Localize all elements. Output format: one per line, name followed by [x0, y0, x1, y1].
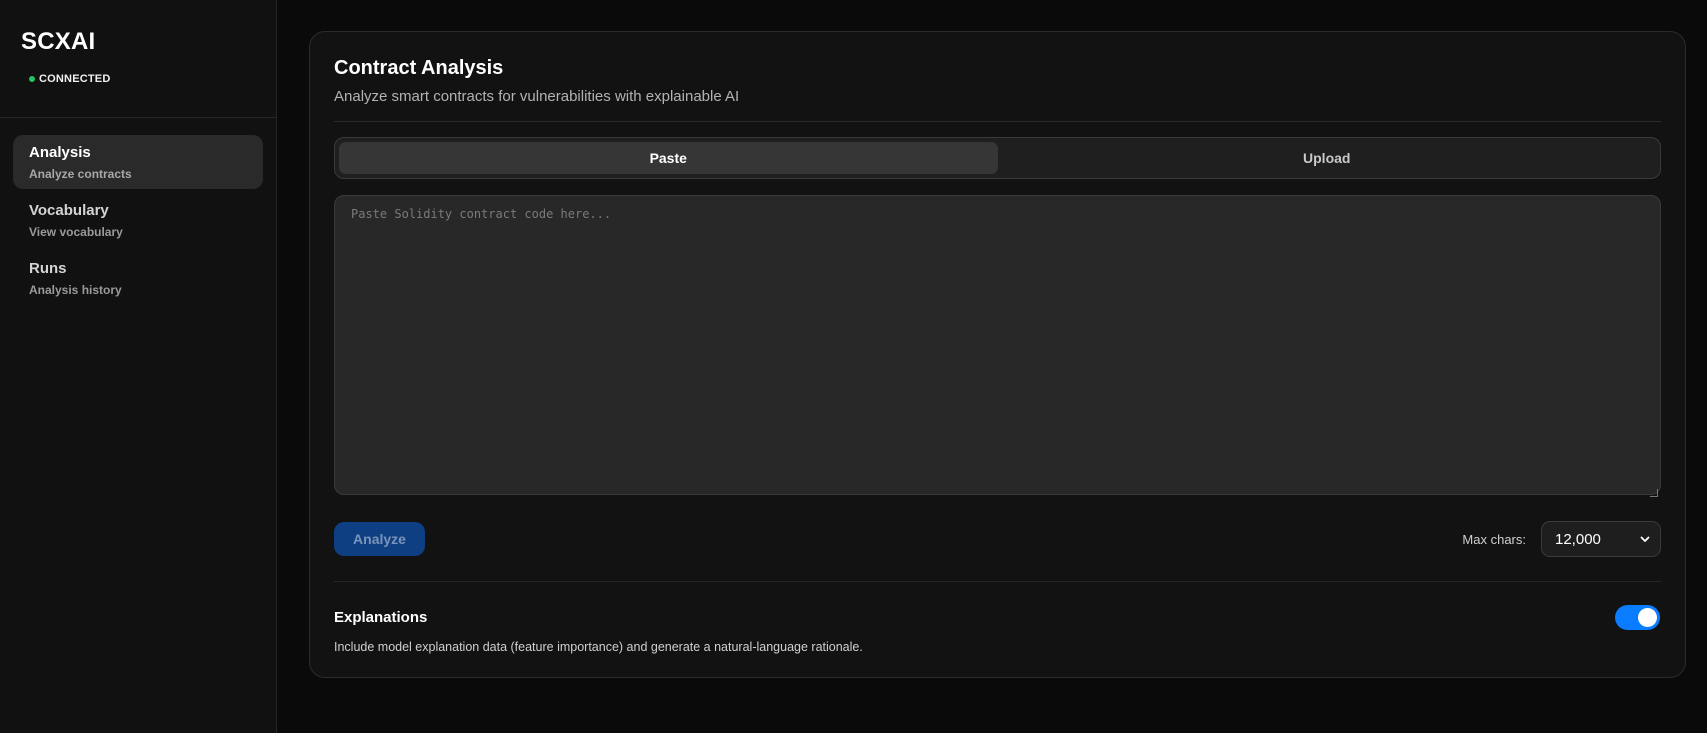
status-text: CONNECTED: [39, 73, 111, 85]
sidebar-nav: Analysis Analyze contracts Vocabulary Vi…: [0, 118, 276, 326]
sidebar: SCXAI CONNECTED Analysis Analyze contrac…: [0, 0, 277, 733]
tab-upload[interactable]: Upload: [998, 142, 1657, 174]
app-root: SCXAI CONNECTED Analysis Analyze contrac…: [0, 0, 1707, 733]
sidebar-item-label: Runs: [29, 260, 67, 277]
explanations-title: Explanations: [334, 609, 428, 626]
sidebar-item-subtitle: Analyze contracts: [29, 167, 132, 181]
main-content: Contract Analysis Analyze smart contract…: [277, 0, 1707, 733]
page-subtitle: Analyze smart contracts for vulnerabilit…: [334, 88, 740, 105]
sidebar-item-label: Analysis: [29, 144, 91, 161]
divider: [334, 121, 1661, 122]
sidebar-item-subtitle: Analysis history: [29, 283, 122, 297]
connection-status: CONNECTED: [29, 73, 255, 85]
analyze-button[interactable]: Analyze: [334, 522, 425, 556]
status-dot-icon: [29, 76, 35, 82]
page-title: Contract Analysis: [334, 57, 504, 79]
explanations-toggle[interactable]: [1615, 605, 1660, 630]
code-input-wrapper: [334, 179, 1661, 500]
chevron-down-icon: [1640, 536, 1650, 542]
resize-handle-icon[interactable]: [1650, 489, 1658, 497]
toggle-knob: [1638, 608, 1657, 627]
sidebar-item-vocabulary[interactable]: Vocabulary View vocabulary: [13, 193, 263, 247]
action-row: Analyze Max chars: 12,000: [334, 521, 1661, 557]
brand: SCXAI CONNECTED: [0, 0, 276, 118]
max-chars-select[interactable]: 12,000: [1541, 521, 1661, 557]
explanations-row: Explanations: [334, 605, 1661, 630]
app-title: SCXAI: [21, 28, 96, 55]
sidebar-item-subtitle: View vocabulary: [29, 225, 123, 239]
tab-paste[interactable]: Paste: [339, 142, 998, 174]
explanations-description: Include model explanation data (feature …: [334, 640, 863, 654]
sidebar-item-analysis[interactable]: Analysis Analyze contracts: [13, 135, 263, 189]
sidebar-item-runs[interactable]: Runs Analysis history: [13, 251, 263, 305]
sidebar-item-label: Vocabulary: [29, 202, 109, 219]
divider: [334, 581, 1661, 582]
contract-code-input[interactable]: [334, 195, 1661, 495]
input-mode-tabs: Paste Upload: [334, 137, 1661, 179]
max-chars-label: Max chars:: [1462, 531, 1526, 547]
max-chars-control: Max chars: 12,000: [1462, 521, 1661, 557]
analysis-card: Contract Analysis Analyze smart contract…: [309, 31, 1686, 678]
max-chars-value: 12,000: [1555, 530, 1601, 548]
